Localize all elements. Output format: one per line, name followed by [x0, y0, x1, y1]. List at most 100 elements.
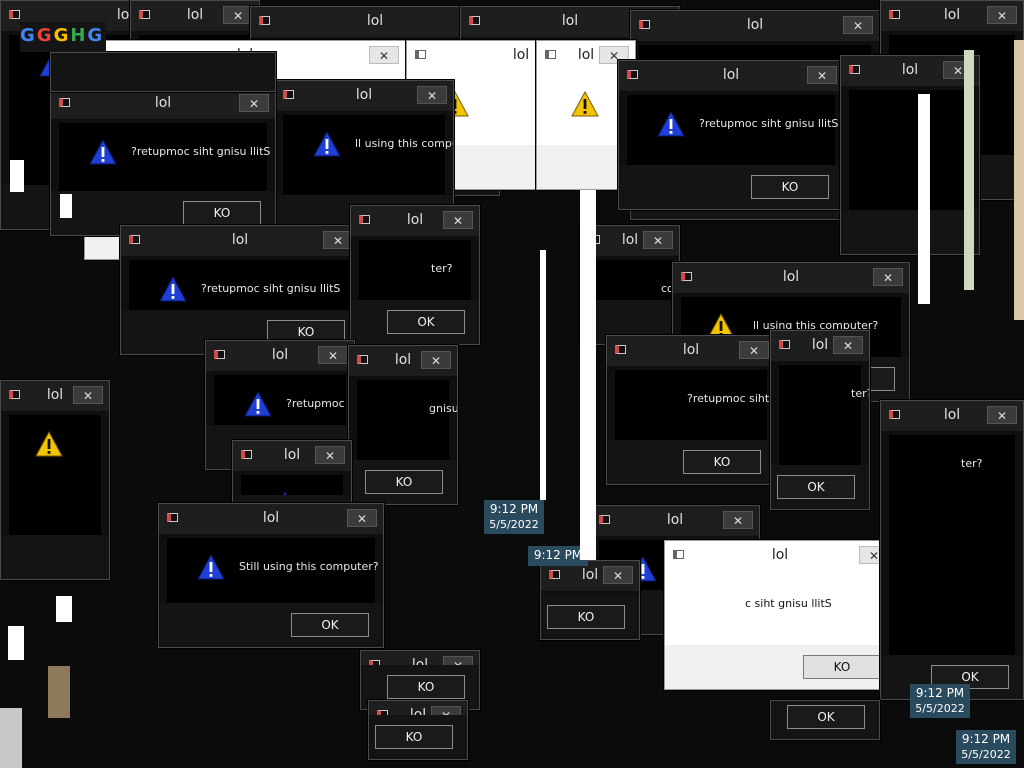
- taskbar-clock[interactable]: 9:12 PM 5/5/2022: [910, 684, 970, 718]
- dialog-footer: OK: [771, 465, 869, 509]
- dialog-footer: KO: [619, 165, 843, 209]
- close-icon[interactable]: ✕: [723, 511, 753, 529]
- ko-button[interactable]: KO: [365, 470, 443, 494]
- desktop-fragment: [56, 596, 72, 622]
- desktop-fragment: [540, 250, 546, 500]
- alert-dialog: lol✕: [50, 52, 276, 92]
- dialog-titlebar[interactable]: lol✕: [881, 1, 1023, 31]
- close-icon[interactable]: ✕: [239, 94, 269, 112]
- dialog-message: ter?: [961, 457, 983, 470]
- desktop-fragment: [48, 666, 70, 718]
- dialog-titlebar[interactable]: lol✕: [159, 504, 383, 534]
- close-icon[interactable]: ✕: [73, 386, 103, 404]
- desktop-fragment: [0, 708, 22, 768]
- close-icon[interactable]: ✕: [443, 211, 473, 229]
- alert-dialog: lol✕ ter? OK: [350, 205, 480, 345]
- dialog-body: ?retupmoc siht gnisu llitS: [615, 370, 775, 440]
- dialog-body: ter?: [359, 240, 471, 300]
- ko-button[interactable]: KO: [683, 450, 761, 474]
- close-icon[interactable]: ✕: [323, 231, 353, 249]
- close-icon[interactable]: ✕: [603, 566, 633, 584]
- dialog-titlebar[interactable]: lol✕: [233, 441, 351, 471]
- close-icon[interactable]: ✕: [987, 406, 1017, 424]
- dialog-message: ?retupmoc siht gnisu llitS: [687, 392, 775, 405]
- close-icon[interactable]: ✕: [643, 231, 673, 249]
- desktop-fragment: [60, 194, 72, 218]
- ko-button[interactable]: KO: [387, 675, 465, 699]
- ko-button[interactable]: KO: [751, 175, 829, 199]
- close-icon[interactable]: ✕: [987, 6, 1017, 24]
- alert-dialog: lol✕: [840, 55, 980, 255]
- warning-icon: [35, 430, 63, 457]
- dialog-body: computer?: [589, 260, 679, 300]
- close-icon[interactable]: ✕: [421, 351, 451, 369]
- alert-dialog: lol✕KO: [368, 700, 468, 760]
- taskbar-clock[interactable]: 9:12 PM 5/5/2022: [484, 500, 544, 534]
- dialog-titlebar[interactable]: lol✕: [665, 541, 895, 571]
- close-icon[interactable]: ✕: [223, 6, 253, 24]
- dialog-titlebar[interactable]: lol✕: [881, 401, 1023, 431]
- ko-button[interactable]: KO: [375, 725, 453, 749]
- ko-button[interactable]: KO: [183, 201, 261, 225]
- alert-dialog: lol ✕ Still using this computer? OK: [158, 503, 384, 648]
- taskbar-clock[interactable]: 9:12 PM 5/5/2022: [956, 730, 1016, 764]
- ok-button[interactable]: OK: [387, 310, 465, 334]
- dialog-titlebar[interactable]: lol✕: [349, 346, 457, 376]
- close-icon[interactable]: ✕: [739, 341, 769, 359]
- dialog-titlebar[interactable]: lol✕: [51, 89, 275, 119]
- alert-dialog: lol✕ ?retupmoc siht gnisu llitS KO: [50, 88, 276, 236]
- dialog-titlebar[interactable]: lol✕: [131, 1, 259, 31]
- dialog-body: [545, 75, 627, 145]
- dialog-body: [9, 415, 101, 535]
- dialog-titlebar[interactable]: lol✕: [275, 81, 453, 111]
- close-icon[interactable]: ✕: [369, 46, 399, 64]
- dialog-titlebar[interactable]: lol✕: [351, 206, 479, 236]
- taskbar-clock[interactable]: 9:12 PM: [528, 546, 588, 566]
- dialog-titlebar[interactable]: lol✕: [631, 11, 879, 41]
- dialog-titlebar[interactable]: lol✕: [771, 331, 869, 361]
- logo-glyph: G: [53, 25, 69, 46]
- clock-time: 9:12 PM: [489, 502, 539, 516]
- dialog-footer: KO: [349, 460, 457, 504]
- dialog-titlebar[interactable]: lol✕: [1, 381, 109, 411]
- warning-icon: [657, 110, 685, 137]
- clock-date: 5/5/2022: [915, 702, 965, 715]
- dialog-body: ll using this computer?: [283, 115, 453, 195]
- dialog-body: Still using this: [241, 475, 351, 517]
- dialog-body: ?retupmoc siht gnisu llitS: [627, 95, 838, 165]
- warning-icon: [313, 130, 341, 157]
- ok-button[interactable]: OK: [291, 613, 369, 637]
- close-icon[interactable]: ✕: [315, 446, 345, 464]
- close-icon[interactable]: ✕: [417, 86, 447, 104]
- close-icon[interactable]: ✕: [318, 346, 348, 364]
- ok-button[interactable]: OK: [787, 705, 865, 729]
- ko-button[interactable]: KO: [803, 655, 881, 679]
- clock-date: 5/5/2022: [961, 748, 1011, 761]
- dialog-titlebar[interactable]: lol✕: [206, 341, 354, 371]
- dialog-body: gnisu llitS: [357, 380, 457, 460]
- ko-button[interactable]: KO: [547, 605, 625, 629]
- dialog-body: ?retupmoc siht g: [214, 375, 354, 425]
- dialog-titlebar[interactable]: lol✕: [591, 506, 759, 536]
- close-icon[interactable]: ✕: [807, 66, 837, 84]
- dialog-titlebar[interactable]: lol✕: [841, 56, 979, 86]
- ok-button[interactable]: OK: [777, 475, 855, 499]
- dialog-titlebar[interactable]: lol✕: [673, 263, 909, 293]
- close-icon[interactable]: ✕: [843, 16, 873, 34]
- close-icon[interactable]: ✕: [833, 336, 863, 354]
- alert-dialog: lol ✕ c siht gnisu llitS KO: [664, 540, 896, 690]
- dialog-titlebar[interactable]: lol✕: [619, 61, 843, 91]
- close-icon[interactable]: ✕: [873, 268, 903, 286]
- dialog-message: ter?: [851, 387, 869, 400]
- dialog-body: [849, 90, 971, 210]
- dialog-titlebar[interactable]: lol✕: [121, 226, 359, 256]
- warning-icon: [159, 275, 187, 302]
- dialog-titlebar[interactable]: lol✕: [607, 336, 775, 366]
- dialog-footer: OK: [771, 701, 879, 739]
- alert-dialog: lol✕ ter? OK: [770, 330, 870, 510]
- dialog-footer: [841, 210, 979, 254]
- dialog-message: Still using this computer?: [239, 560, 379, 573]
- dialog-body: ter?: [889, 435, 1015, 655]
- close-icon[interactable]: ✕: [347, 509, 377, 527]
- dialog-body: ?retupmoc siht gnisu llitS: [129, 260, 351, 310]
